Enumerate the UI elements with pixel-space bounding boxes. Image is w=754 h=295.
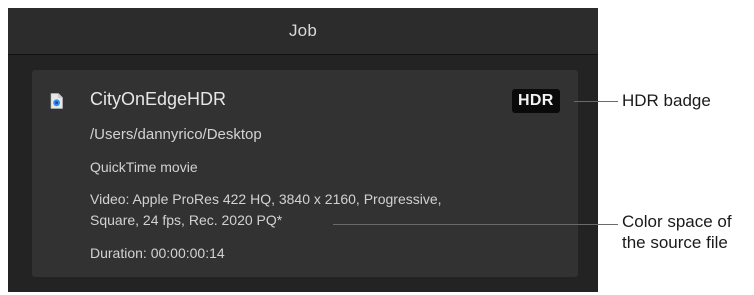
header-title: Job: [288, 21, 317, 40]
color-space-leader-line: [333, 224, 618, 225]
video-info-line2: Square, 24 fps, Rec. 2020 PQ*: [90, 212, 283, 228]
color-space-callout-line2: the source file: [622, 233, 728, 252]
quicktime-file-icon: [50, 93, 63, 109]
file-name: CityOnEdgeHDR: [90, 89, 227, 109]
hdr-badge: HDR: [512, 89, 560, 113]
job-window: Job CityOnEdgeHDR HDR /Users/dannyrico/D…: [8, 8, 598, 292]
color-space-callout-line1: Color space of: [622, 212, 732, 231]
duration-text: Duration: 00:00:00:14: [90, 245, 225, 261]
video-info-line1: Video: Apple ProRes 422 HQ, 3840 x 2160,…: [90, 191, 442, 207]
screenshot-stage: Job CityOnEdgeHDR HDR /Users/dannyrico/D…: [0, 0, 754, 295]
hdr-badge-leader-line: [574, 101, 618, 102]
job-header: Job: [8, 8, 598, 55]
hdr-badge-callout: HDR badge: [622, 91, 711, 110]
color-space-callout: Color space of the source file: [622, 211, 732, 253]
file-path: /Users/dannyrico/Desktop: [90, 126, 262, 143]
job-card[interactable]: CityOnEdgeHDR HDR /Users/dannyrico/Deskt…: [32, 70, 578, 277]
file-format: QuickTime movie: [90, 159, 198, 175]
